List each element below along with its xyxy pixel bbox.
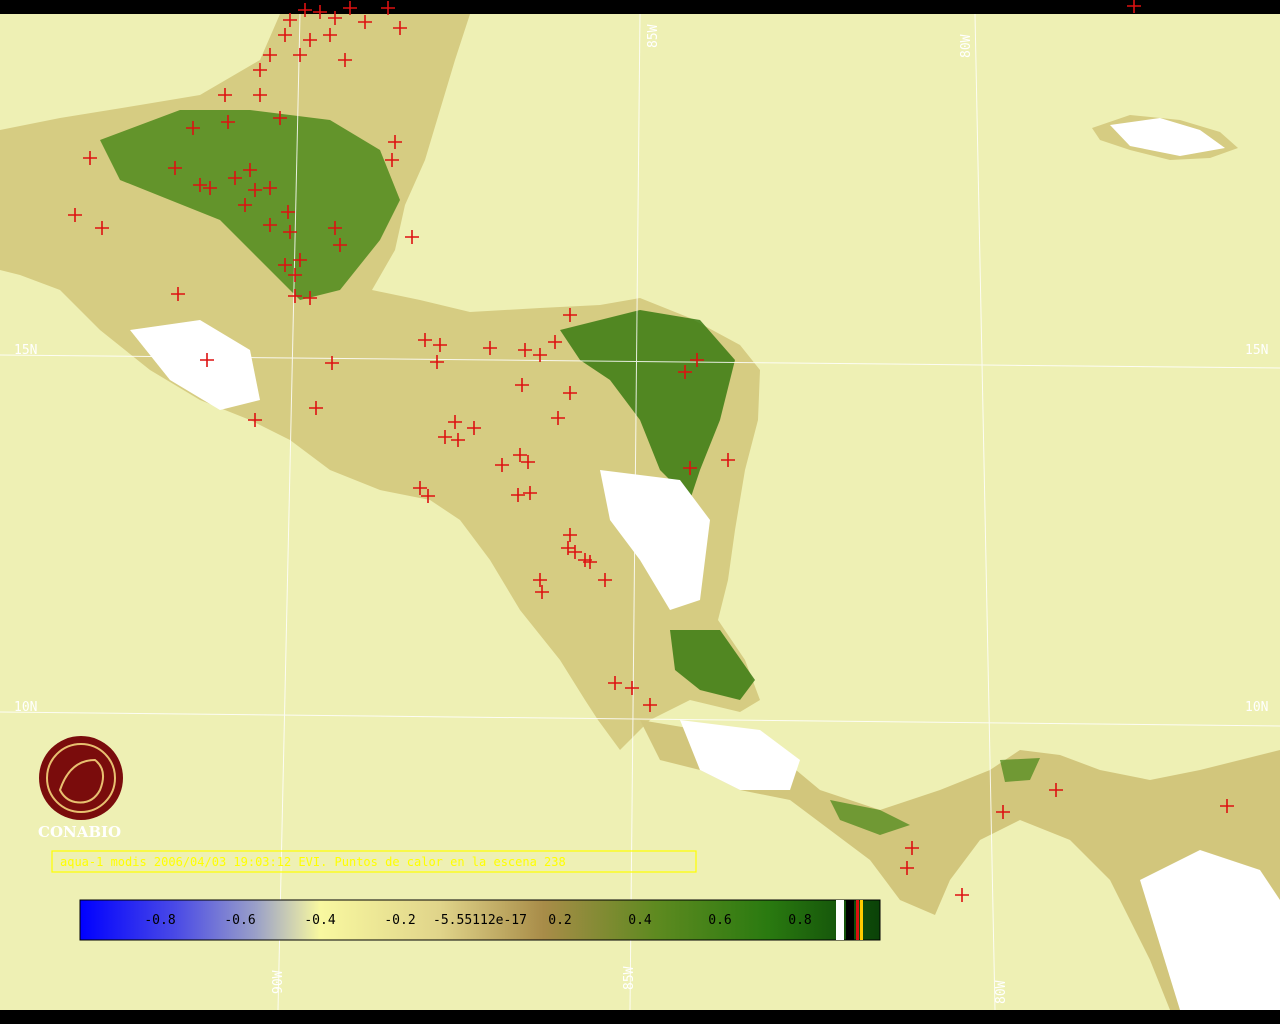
colorbar-marker-yellow [860, 900, 863, 940]
caption-text: aqua-1 modis 2006/04/03 19:03:12 EVI. Pu… [60, 855, 566, 869]
colorbar-tick-label: 0.6 [708, 913, 731, 928]
lon-label-85w-top: 85W [646, 24, 661, 48]
lat-label-15n-left: 15N [14, 343, 37, 358]
colorbar-marker-red [856, 900, 859, 940]
colorbar-tick-label: 0.4 [628, 913, 652, 928]
evi-map: 15N 15N 10N 10N 85W 80W 90W 85W 80W CONA… [0, 0, 1280, 1024]
bottom-border [0, 1010, 1280, 1024]
colorbar-tick-label: -0.2 [384, 913, 415, 928]
logo-name: CONABIO [38, 823, 121, 841]
lat-label-15n-right: 15N [1245, 343, 1268, 358]
colorbar-tick-label: 0.8 [788, 913, 811, 928]
lon-label-90w-bottom: 90W [271, 970, 286, 994]
lat-label-10n-right: 10N [1245, 700, 1268, 715]
conabio-logo: CONABIO [38, 736, 123, 841]
colorbar: -0.8 -0.6 -0.4 -0.2 -5.55112e-17 0.2 0.4 0.6 0.8 [79, 899, 881, 941]
colorbar-tick-label: -0.8 [144, 913, 175, 928]
lat-label-10n-left: 10N [14, 700, 37, 715]
lon-label-80w-bottom: 80W [994, 980, 1009, 1004]
colorbar-marker-black [846, 900, 854, 940]
colorbar-tick-label: -0.4 [304, 913, 335, 928]
lon-label-80w-top: 80W [959, 34, 974, 58]
colorbar-tick-label: -5.55112e-17 [433, 913, 527, 928]
colorbar-tick-label: -0.6 [224, 913, 255, 928]
colorbar-tick-label: 0.2 [548, 913, 571, 928]
logo-emblem [39, 736, 123, 820]
lon-label-85w-bottom: 85W [622, 966, 637, 990]
colorbar-marker-white [836, 900, 844, 940]
